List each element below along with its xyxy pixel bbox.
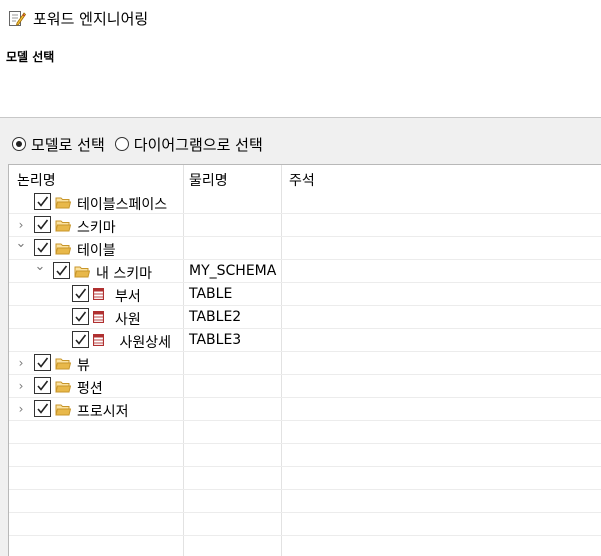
- table-icon: [93, 288, 104, 300]
- tree-row[interactable]: › 프로시저: [9, 398, 601, 421]
- column-header-comment[interactable]: 주석: [289, 170, 315, 190]
- chevron-right-icon[interactable]: ›: [15, 218, 27, 232]
- tree-item-logical-name: 사원: [115, 312, 141, 328]
- radio-label-model: 모델로 선택: [31, 135, 105, 154]
- tree-item-logical-name: 뷰: [77, 358, 90, 374]
- checkmark-icon: [37, 242, 49, 253]
- radio-select-by-model[interactable]: 모델로 선택: [12, 134, 105, 155]
- edit-document-icon: [9, 11, 26, 26]
- tree-item-physical-name: TABLE2: [189, 309, 242, 325]
- empty-row: [9, 421, 601, 444]
- tree-item-physical-name: TABLE: [189, 286, 233, 302]
- tree-item-logical-name: 내 스키마: [96, 266, 152, 282]
- tree-item-logical-name: 프로시저: [77, 404, 129, 420]
- checkmark-icon: [37, 380, 49, 391]
- checkmark-icon: [75, 311, 87, 322]
- tree-item-physical-name: MY_SCHEMA: [189, 263, 277, 279]
- folder-icon: [55, 197, 71, 209]
- row-checkbox[interactable]: [34, 193, 51, 210]
- tree-row[interactable]: › 뷰: [9, 352, 601, 375]
- empty-row: [9, 467, 601, 490]
- tree-row[interactable]: 부서 TABLE: [9, 283, 601, 306]
- checkmark-icon: [37, 357, 49, 368]
- checkmark-icon: [37, 196, 49, 207]
- tree-item-logical-name: 사원상세: [115, 335, 171, 351]
- row-checkbox[interactable]: [34, 377, 51, 394]
- checkmark-icon: [75, 334, 87, 345]
- tree-row[interactable]: › 펑션: [9, 375, 601, 398]
- selection-mode-group: 모델로 선택 다이어그램으로 선택: [12, 133, 273, 155]
- tree-rows: 테이블스페이스 › 스키마 ⌄ 테이블 ⌄ 내 스키마 MY_SCHEMA 부서 TABLE 사원 T…: [9, 191, 601, 556]
- header-panel: 포워드 엔지니어링 모델 선택: [0, 0, 601, 118]
- section-subtitle: 모델 선택: [6, 50, 55, 64]
- folder-icon: [55, 404, 71, 416]
- row-checkbox[interactable]: [34, 354, 51, 371]
- tree-item-logical-name: 스키마: [77, 220, 116, 236]
- column-header-physical-name[interactable]: 물리명: [189, 170, 228, 190]
- tree-item-logical-name: 부서: [115, 289, 141, 305]
- tree-item-logical-name: 테이블스페이스: [77, 197, 168, 213]
- tree-row[interactable]: 사원 TABLE2: [9, 306, 601, 329]
- radio-button-diagram[interactable]: [114, 137, 129, 151]
- tree-row[interactable]: › 스키마: [9, 214, 601, 237]
- tree-item-logical-name: 테이블: [77, 243, 116, 259]
- row-checkbox[interactable]: [72, 285, 89, 302]
- page-title-row: 포워드 엔지니어링: [8, 7, 148, 29]
- checkmark-icon: [56, 265, 68, 276]
- tree-header: 논리명 물리명 주석: [9, 165, 601, 191]
- tree-row[interactable]: ⌄ 내 스키마 MY_SCHEMA: [9, 260, 601, 283]
- page-title: 포워드 엔지니어링: [33, 9, 149, 28]
- row-checkbox[interactable]: [53, 262, 70, 279]
- checkmark-icon: [37, 219, 49, 230]
- radio-button-model[interactable]: [12, 137, 26, 151]
- row-checkbox[interactable]: [72, 308, 89, 325]
- empty-row: [9, 536, 601, 556]
- tree-item-physical-name: TABLE3: [189, 332, 242, 348]
- chevron-right-icon[interactable]: ›: [15, 379, 27, 393]
- folder-icon: [55, 381, 71, 393]
- chevron-right-icon[interactable]: ›: [15, 402, 27, 416]
- tree-item-logical-name: 펑션: [77, 381, 103, 397]
- empty-row: [9, 513, 601, 536]
- radio-label-diagram: 다이어그램으로 선택: [133, 135, 263, 154]
- checkmark-icon: [75, 288, 87, 299]
- folder-icon: [55, 358, 71, 370]
- model-tree-table[interactable]: 논리명 물리명 주석 테이블스페이스 › 스키마 ⌄ 테이블 ⌄ 내 스키마 MY_SCHEM…: [8, 164, 601, 556]
- tree-row[interactable]: ⌄ 테이블: [9, 237, 601, 260]
- chevron-down-icon[interactable]: ⌄: [34, 260, 46, 274]
- empty-row: [9, 444, 601, 467]
- row-checkbox[interactable]: [34, 216, 51, 233]
- radio-select-by-diagram[interactable]: 다이어그램으로 선택: [114, 134, 263, 155]
- row-checkbox[interactable]: [34, 239, 51, 256]
- folder-icon: [55, 243, 71, 255]
- folder-icon: [55, 220, 71, 232]
- row-checkbox[interactable]: [34, 400, 51, 417]
- folder-icon: [74, 266, 90, 278]
- tree-row[interactable]: 테이블스페이스: [9, 191, 601, 214]
- table-icon: [93, 334, 104, 346]
- checkmark-icon: [37, 403, 49, 414]
- table-icon: [93, 311, 104, 323]
- column-header-logical-name[interactable]: 논리명: [17, 170, 56, 190]
- empty-row: [9, 490, 601, 513]
- header-divider: [0, 117, 601, 118]
- tree-row[interactable]: 사원상세 TABLE3: [9, 329, 601, 352]
- chevron-right-icon[interactable]: ›: [15, 356, 27, 370]
- row-checkbox[interactable]: [72, 331, 89, 348]
- chevron-down-icon[interactable]: ⌄: [15, 237, 27, 251]
